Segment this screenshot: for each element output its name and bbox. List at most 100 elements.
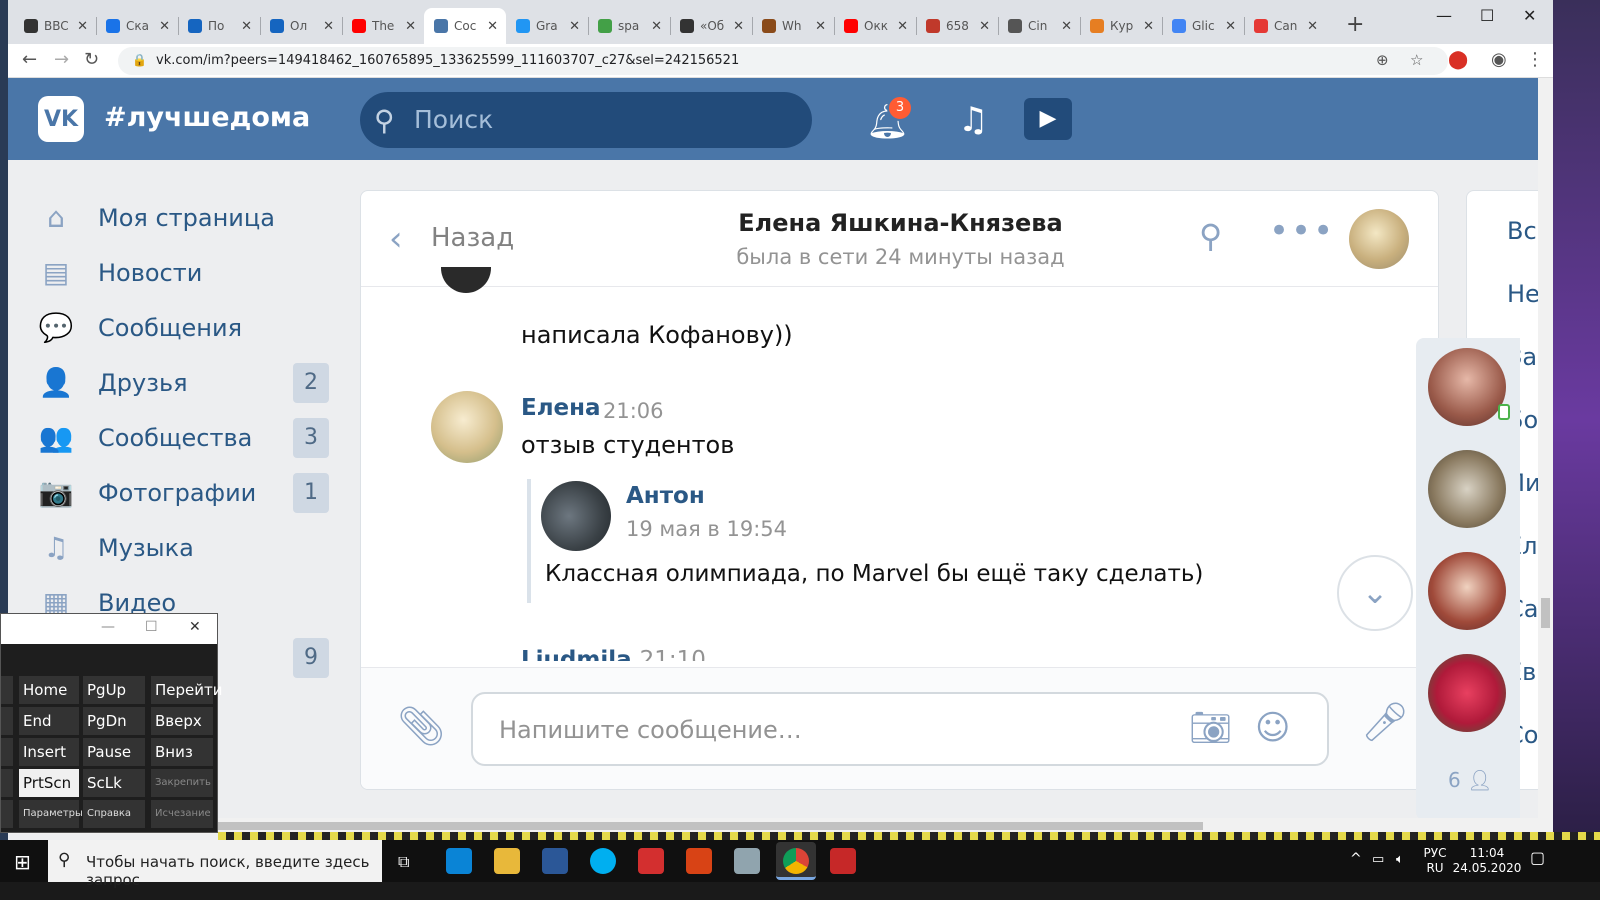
edge-browser-icon[interactable] (446, 848, 472, 874)
tab-close-icon[interactable]: ✕ (815, 19, 826, 34)
message-author[interactable]: Елена (521, 395, 601, 421)
conversation-item[interactable]: Вс (1507, 217, 1537, 245)
osk-key[interactable]: Вверх (151, 707, 213, 735)
sidebar-count-badge[interactable]: 3 (293, 418, 329, 458)
forward-arrow-icon[interactable]: → (54, 49, 69, 70)
sidebar-item[interactable]: ♫ Музыка (28, 520, 348, 575)
osk-key[interactable]: Закрепить (151, 769, 213, 797)
browser-tab[interactable]: Wh ✕ (752, 8, 834, 44)
osk-key-partial[interactable] (1, 676, 13, 704)
osk-key[interactable]: Home (19, 676, 79, 704)
reader-icon[interactable] (830, 848, 856, 874)
back-arrow-icon[interactable]: ← (22, 49, 37, 70)
extension-icon[interactable]: ⬤ (1448, 49, 1468, 70)
contact-avatar[interactable] (1349, 209, 1409, 269)
browser-tab[interactable]: Cin ✕ (998, 8, 1080, 44)
windows-start-icon[interactable]: ⊞ (14, 850, 31, 874)
camera-icon[interactable]: 📷︎ (1189, 708, 1232, 748)
osk-key[interactable]: Вниз (151, 738, 213, 766)
tab-close-icon[interactable]: ✕ (1307, 19, 1318, 34)
browser-tab[interactable]: Can ✕ (1244, 8, 1326, 44)
scrollbar-thumb[interactable] (218, 822, 1203, 830)
sidebar-count-badge[interactable]: 9 (293, 638, 329, 678)
search-input[interactable]: ⚲ Поиск (360, 92, 812, 148)
sidebar-item[interactable]: ⌂ Моя страница (28, 190, 348, 245)
osk-key[interactable]: Параметры (19, 800, 83, 828)
new-tab-button[interactable]: + (1346, 12, 1364, 37)
more-dots-icon[interactable]: ••• (1269, 211, 1335, 251)
browser-tab[interactable]: Окк ✕ (834, 8, 916, 44)
profile-icon[interactable]: ◉ (1491, 49, 1507, 70)
tab-close-icon[interactable]: ✕ (159, 19, 170, 34)
tab-close-icon[interactable]: ✕ (569, 19, 580, 34)
vk-logo[interactable]: VK (38, 96, 84, 142)
network-app-icon[interactable] (734, 848, 760, 874)
osk-key[interactable]: Перейти (151, 676, 223, 704)
forward-author[interactable]: Антон (626, 483, 705, 509)
attach-paperclip-icon[interactable]: 📎︎ (397, 704, 445, 749)
message-input[interactable]: Напишите сообщение… 📷︎ ☺ (471, 692, 1329, 766)
chrome-taskbar-button[interactable] (776, 842, 816, 880)
forward-date[interactable]: 19 мая в 19:54 (626, 517, 787, 541)
close-window-button[interactable]: ✕ (1523, 6, 1536, 25)
osk-key[interactable]: Исчезание (151, 800, 213, 828)
chat-search-icon[interactable]: ⚲ (1199, 217, 1222, 255)
language-indicator[interactable]: РУС RU (1422, 846, 1448, 876)
osk-key[interactable]: PrtScn (19, 769, 79, 797)
member-avatar[interactable] (1428, 348, 1506, 426)
osk-key[interactable]: PgUp (83, 676, 145, 704)
member-avatar[interactable] (1428, 450, 1506, 528)
browser-tab[interactable]: «Об ✕ (670, 8, 752, 44)
skype-icon[interactable] (590, 848, 616, 874)
taskbar-search[interactable]: ⚲ Чтобы начать поиск, введите здесь запр… (48, 840, 382, 889)
music-note-icon[interactable]: ♫ (958, 100, 988, 140)
browser-tab[interactable]: spa ✕ (588, 8, 670, 44)
tab-close-icon[interactable]: ✕ (897, 19, 908, 34)
bookmark-star-icon[interactable]: ☆ (1410, 51, 1423, 69)
sidebar-item[interactable]: 👤 Друзья 2 (28, 355, 348, 410)
osk-key-partial[interactable] (1, 707, 13, 735)
tab-close-icon[interactable]: ✕ (1225, 19, 1236, 34)
browser-tab[interactable]: Ол ✕ (260, 8, 342, 44)
forward-author-avatar[interactable] (541, 481, 611, 551)
emoji-smile-icon[interactable]: ☺ (1255, 708, 1290, 748)
tab-close-icon[interactable]: ✕ (487, 19, 498, 34)
tab-close-icon[interactable]: ✕ (733, 19, 744, 34)
menu-dots-icon[interactable]: ⋮ (1526, 49, 1544, 70)
browser-tab[interactable]: По ✕ (178, 8, 260, 44)
sidebar-item[interactable]: 💬 Сообщения (28, 300, 348, 355)
osk-close-button[interactable]: ✕ (189, 619, 201, 635)
tab-close-icon[interactable]: ✕ (241, 19, 252, 34)
maximize-button[interactable]: ☐ (1480, 6, 1494, 25)
tray-volume-icon[interactable]: 🔈︎ (1396, 852, 1404, 867)
osk-key-partial[interactable] (1, 738, 13, 766)
browser-tab[interactable]: Gra ✕ (506, 8, 588, 44)
osk-key[interactable]: End (19, 707, 79, 735)
tab-close-icon[interactable]: ✕ (651, 19, 662, 34)
scroll-down-button[interactable]: ⌄ (1337, 555, 1413, 631)
conversation-item[interactable]: Не (1507, 280, 1540, 308)
osk-key[interactable]: Pause (83, 738, 145, 766)
members-count[interactable]: 6 👤︎ (1448, 768, 1492, 792)
tab-close-icon[interactable]: ✕ (1061, 19, 1072, 34)
tray-network-icon[interactable]: ▭ (1372, 852, 1384, 867)
clock[interactable]: 11:04 24.05.2020 (1452, 846, 1522, 876)
browser-tab[interactable]: Glic ✕ (1162, 8, 1244, 44)
sidebar-count-badge[interactable]: 2 (293, 363, 329, 403)
tab-close-icon[interactable]: ✕ (1143, 19, 1154, 34)
member-avatar[interactable] (1428, 552, 1506, 630)
osk-key[interactable]: Справка (83, 800, 145, 828)
powerpoint-icon[interactable] (686, 848, 712, 874)
osk-key-partial[interactable] (1, 769, 13, 797)
sidebar-item[interactable]: 👥 Сообщества 3 (28, 410, 348, 465)
task-view-icon[interactable]: ⧉ (398, 852, 424, 878)
mail-app-icon[interactable] (638, 848, 664, 874)
scrollbar-thumb[interactable] (1541, 598, 1550, 628)
osk-key[interactable]: PgDn (83, 707, 145, 735)
osk-maximize-button[interactable]: ☐ (145, 619, 158, 635)
action-center-icon[interactable]: ▢ (1530, 850, 1545, 866)
osk-key-partial[interactable] (1, 800, 13, 828)
zoom-icon[interactable]: ⊕ (1376, 51, 1389, 69)
osk-key[interactable]: ScLk (83, 769, 145, 797)
tab-close-icon[interactable]: ✕ (77, 19, 88, 34)
